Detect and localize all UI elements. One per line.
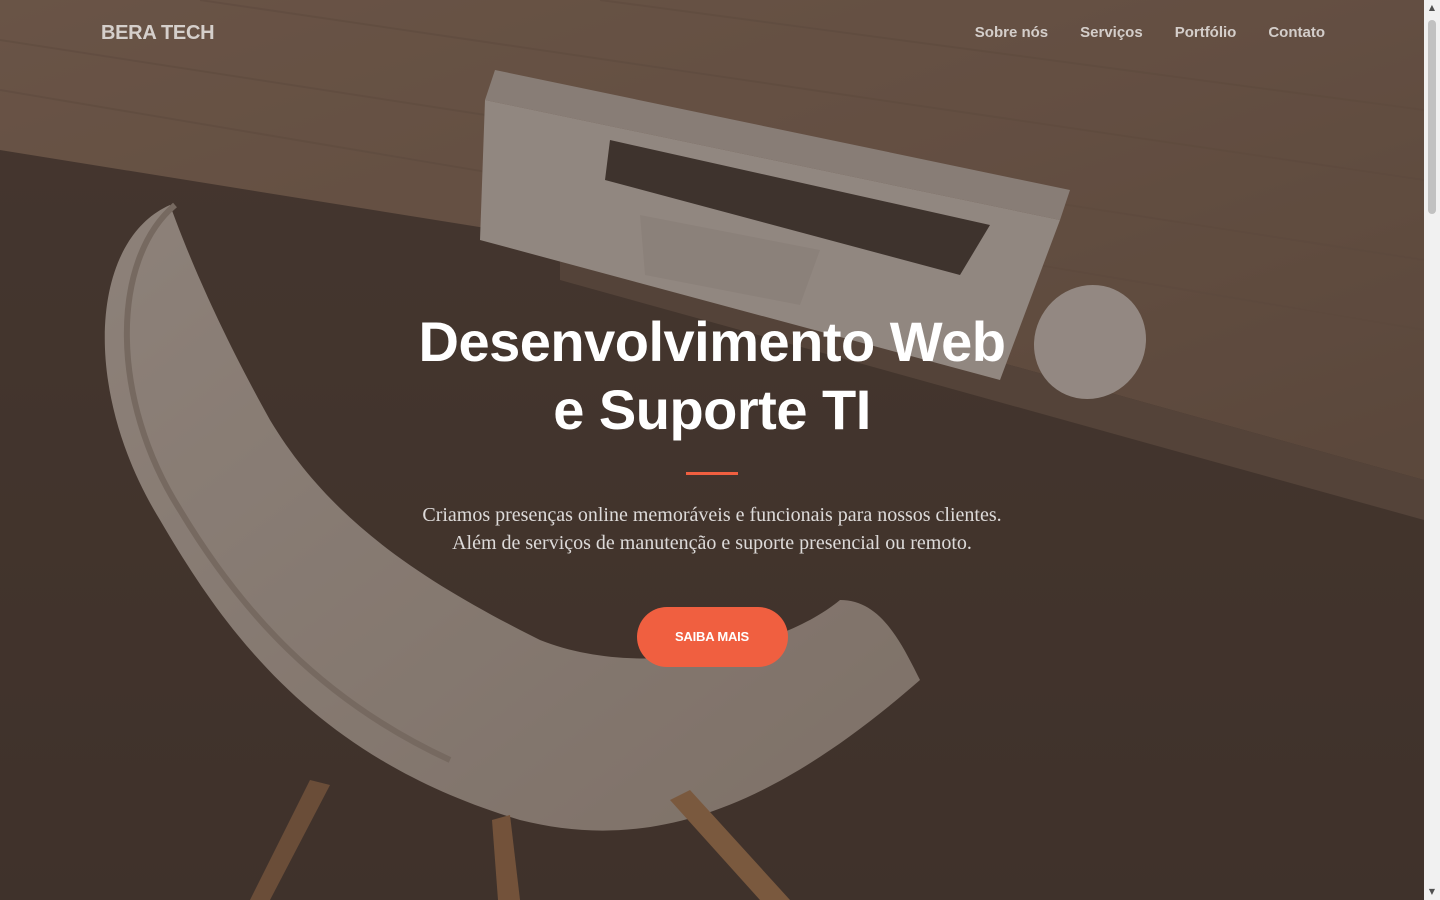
chevron-up-icon[interactable]: ▲ (1424, 0, 1440, 16)
chevron-down-icon[interactable]: ▼ (1424, 884, 1440, 900)
hero-title-line-2: e Suporte TI (553, 378, 871, 441)
hero-title-line-1: Desenvolvimento Web (418, 310, 1006, 373)
nav-link-sobre-nos[interactable]: Sobre nós (975, 24, 1048, 41)
hero-description-line-2: Além de serviços de manutenção e suporte… (452, 532, 972, 554)
nav-link-servicos[interactable]: Serviços (1080, 24, 1143, 41)
hero-description: Criamos presenças online memoráveis e fu… (0, 501, 1424, 557)
navbar: BERA TECH Sobre nós Serviços Portfólio C… (0, 0, 1424, 70)
saiba-mais-button[interactable]: SAIBA MAIS (636, 607, 788, 667)
hero-description-line-1: Criamos presenças online memoráveis e fu… (422, 504, 1002, 526)
page-scrollbar[interactable]: ▲ ▼ (1424, 0, 1440, 900)
nav-link-contato[interactable]: Contato (1268, 24, 1325, 41)
nav-links: Sobre nós Serviços Portfólio Contato (975, 24, 1325, 41)
scrollbar-thumb[interactable] (1428, 20, 1436, 214)
hero-title: Desenvolvimento Web e Suporte TI (0, 308, 1424, 444)
brand-logo-link[interactable]: BERA TECH (101, 22, 215, 45)
page: BERA TECH Sobre nós Serviços Portfólio C… (0, 0, 1440, 900)
hero-section: Desenvolvimento Web e Suporte TI Criamos… (0, 308, 1424, 667)
hero-divider (686, 472, 738, 475)
nav-link-portfolio[interactable]: Portfólio (1175, 24, 1237, 41)
